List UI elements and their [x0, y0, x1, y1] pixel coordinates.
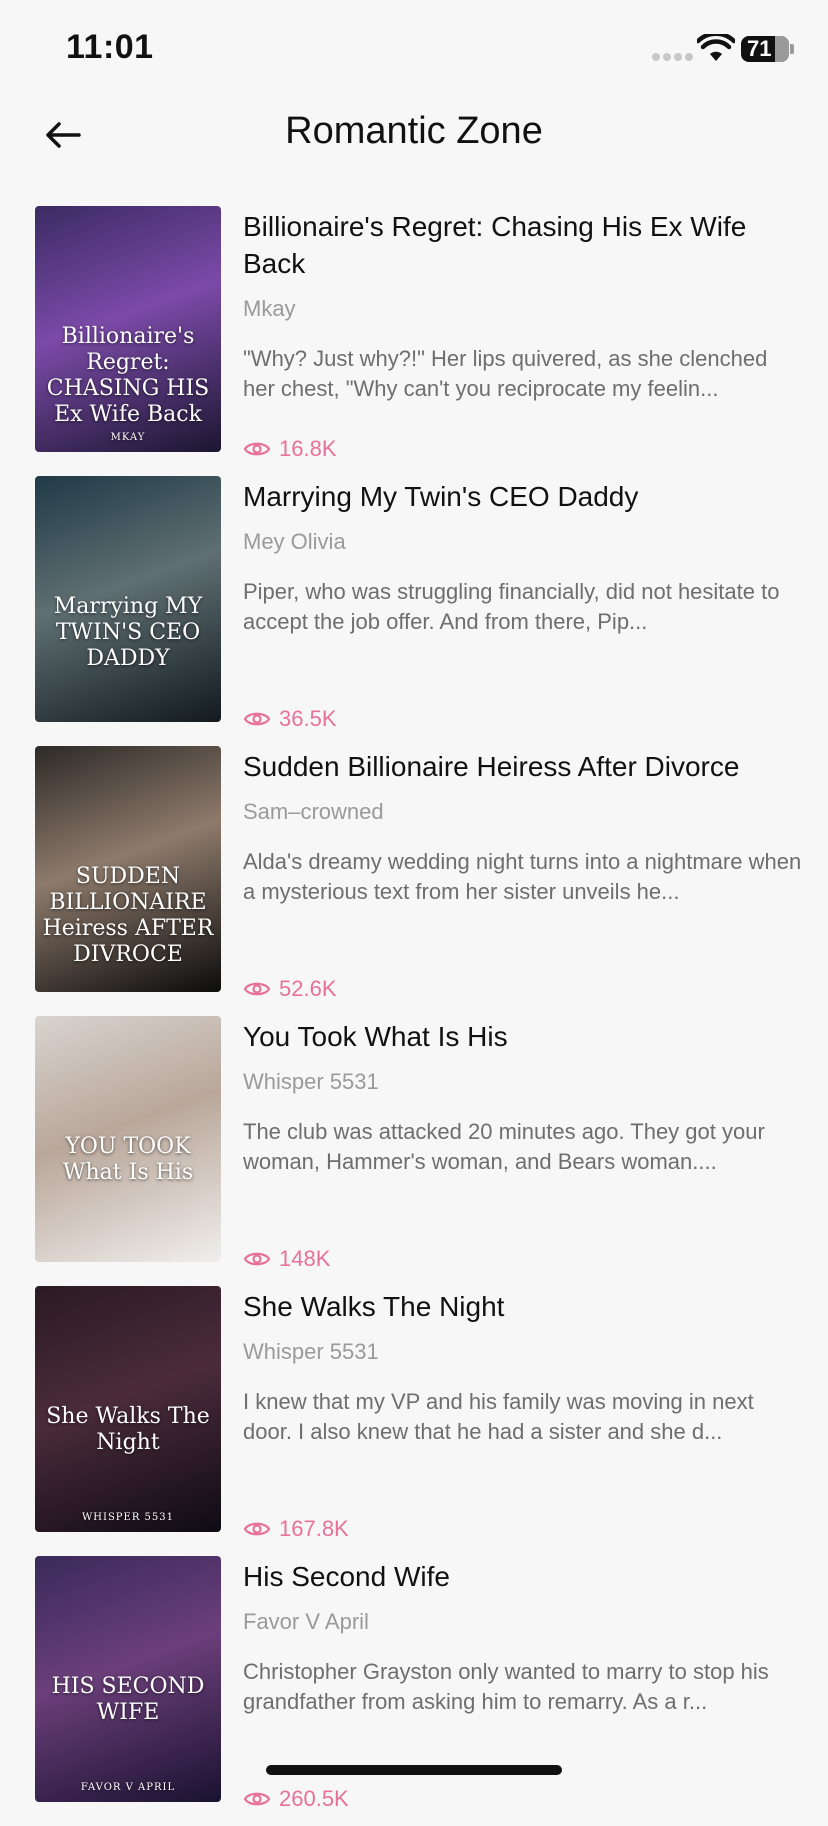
- eye-icon: [243, 442, 271, 456]
- book-author: Mkay: [243, 296, 296, 321]
- book-meta: Sudden Billionaire Heiress After Divorce…: [243, 746, 803, 1001]
- book-meta: You Took What Is His Whisper 5531 The cl…: [243, 1016, 803, 1271]
- eye-icon: [243, 712, 271, 726]
- book-list: Billionaire's Regret: CHASING HIS Ex Wif…: [0, 206, 828, 1826]
- cover-title: Billionaire's Regret: CHASING HIS Ex Wif…: [46, 324, 210, 427]
- book-item[interactable]: Billionaire's Regret: CHASING HIS Ex Wif…: [0, 206, 828, 476]
- view-count-text: 260.5K: [279, 1786, 349, 1811]
- book-description: The club was attacked 20 minutes ago. Th…: [243, 1119, 765, 1174]
- book-cover[interactable]: Billionaire's Regret: CHASING HIS Ex Wif…: [35, 206, 221, 452]
- book-item[interactable]: HIS SECOND WIFE FAVOR V APRIL His Second…: [0, 1556, 828, 1826]
- book-description: Alda's dreamy wedding night turns into a…: [243, 849, 802, 904]
- home-indicator[interactable]: [266, 1765, 562, 1775]
- view-count: 52.6K: [243, 976, 337, 1002]
- view-count: 167.8K: [243, 1516, 349, 1542]
- eye-icon: [243, 1522, 271, 1536]
- book-author: Whisper 5531: [243, 1069, 379, 1094]
- eye-icon: [243, 1252, 271, 1266]
- book-title[interactable]: Billionaire's Regret: Chasing His Ex Wif…: [243, 208, 803, 282]
- cover-title: SUDDEN BILLIONAIRE Heiress AFTER DIVROCE: [42, 864, 214, 967]
- book-description: Christopher Grayston only wanted to marr…: [243, 1659, 769, 1714]
- book-description: "Why? Just why?!" Her lips quivered, as …: [243, 346, 768, 401]
- view-count-text: 167.8K: [279, 1516, 349, 1541]
- book-title[interactable]: His Second Wife: [243, 1558, 803, 1595]
- battery-level: 71: [747, 36, 772, 61]
- cover-byline: WHISPER 5531: [82, 1512, 174, 1523]
- cover-title: HIS SECOND WIFE: [51, 1674, 205, 1725]
- book-meta: Billionaire's Regret: Chasing His Ex Wif…: [243, 206, 803, 461]
- nav-bar: Romantic Zone: [0, 96, 828, 176]
- view-count-text: 52.6K: [279, 976, 337, 1001]
- cover-title: YOU TOOK What Is His: [62, 1134, 194, 1185]
- cellular-signal-icon: [652, 53, 693, 61]
- cover-title: She Walks The Night: [46, 1404, 210, 1455]
- book-author: Sam–crowned: [243, 799, 384, 824]
- book-title[interactable]: Marrying My Twin's CEO Daddy: [243, 478, 803, 515]
- book-item[interactable]: SUDDEN BILLIONAIRE Heiress AFTER DIVROCE…: [0, 746, 828, 1016]
- cover-title: Marrying MY TWIN'S CEO DADDY: [53, 594, 203, 671]
- cover-byline: MKAY: [110, 432, 146, 443]
- view-count: 16.8K: [243, 436, 337, 462]
- view-count: 36.5K: [243, 706, 337, 732]
- view-count-text: 36.5K: [279, 706, 337, 731]
- book-author: Favor V April: [243, 1609, 369, 1634]
- book-item[interactable]: Marrying MY TWIN'S CEO DADDY Marrying My…: [0, 476, 828, 746]
- book-cover[interactable]: SUDDEN BILLIONAIRE Heiress AFTER DIVROCE: [35, 746, 221, 992]
- book-meta: Marrying My Twin's CEO Daddy Mey Olivia …: [243, 476, 803, 731]
- eye-icon: [243, 982, 271, 996]
- battery-tip: [790, 44, 794, 54]
- book-item[interactable]: YOU TOOK What Is His You Took What Is Hi…: [0, 1016, 828, 1286]
- status-bar: 11:01 71: [0, 0, 828, 100]
- book-item[interactable]: She Walks The Night WHISPER 5531 She Wal…: [0, 1286, 828, 1556]
- book-description: Piper, who was struggling financially, d…: [243, 579, 780, 634]
- view-count-text: 148K: [279, 1246, 331, 1271]
- book-cover[interactable]: HIS SECOND WIFE FAVOR V APRIL: [35, 1556, 221, 1802]
- wifi-icon: [697, 34, 735, 61]
- book-title[interactable]: Sudden Billionaire Heiress After Divorce: [243, 748, 803, 785]
- page-title: Romantic Zone: [285, 110, 543, 152]
- cover-byline: FAVOR V APRIL: [80, 1782, 176, 1793]
- book-author: Whisper 5531: [243, 1339, 379, 1364]
- view-count: 148K: [243, 1246, 330, 1272]
- battery-icon: 71: [741, 36, 789, 62]
- status-time: 11:01: [66, 28, 154, 66]
- view-count: 260.5K: [243, 1786, 349, 1812]
- book-author: Mey Olivia: [243, 529, 346, 554]
- eye-icon: [243, 1792, 271, 1806]
- book-title[interactable]: You Took What Is His: [243, 1018, 803, 1055]
- book-cover[interactable]: She Walks The Night WHISPER 5531: [35, 1286, 221, 1532]
- view-count-text: 16.8K: [279, 436, 337, 461]
- book-cover[interactable]: YOU TOOK What Is His: [35, 1016, 221, 1262]
- book-description: I knew that my VP and his family was mov…: [243, 1389, 754, 1444]
- book-cover[interactable]: Marrying MY TWIN'S CEO DADDY: [35, 476, 221, 722]
- book-title[interactable]: She Walks The Night: [243, 1288, 803, 1325]
- book-meta: She Walks The Night Whisper 5531 I knew …: [243, 1286, 803, 1541]
